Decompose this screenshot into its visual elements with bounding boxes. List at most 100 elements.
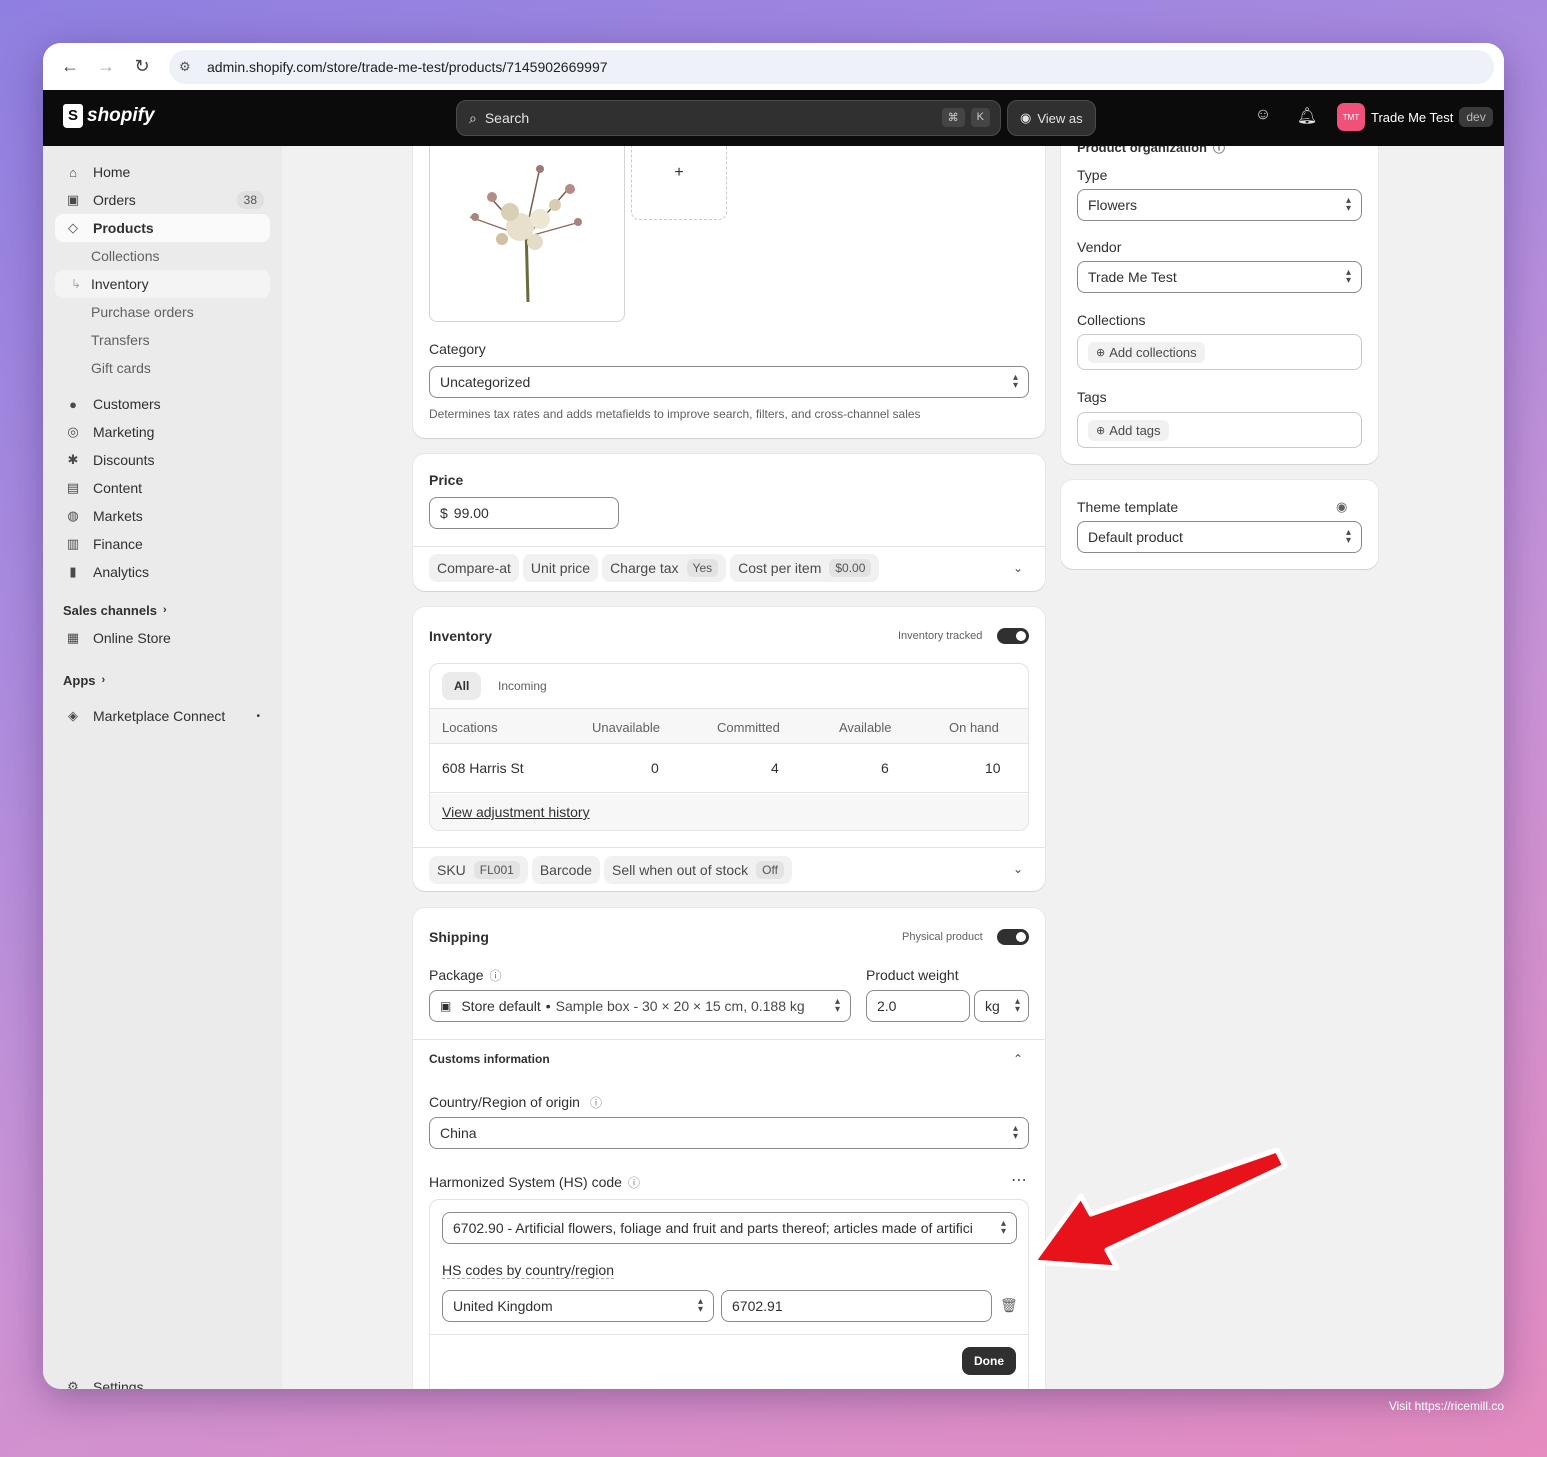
view-as-button[interactable]: ◉ View as: [1007, 100, 1096, 136]
site-settings-icon[interactable]: ⚙: [179, 59, 199, 75]
sidekick-icon[interactable]: ☺: [1251, 106, 1275, 130]
cost-per-item-pill[interactable]: Cost per item $0.00: [730, 554, 880, 582]
origin-label-row: Country/Region of origin ⓘ: [429, 1094, 602, 1111]
sidebar-item-purchase-orders[interactable]: Purchase orders: [55, 298, 270, 326]
done-button[interactable]: Done: [962, 1347, 1016, 1375]
on-hand-cell[interactable]: 10: [985, 760, 1001, 776]
sidebar-item-analytics[interactable]: ▮ Analytics: [55, 558, 270, 586]
physical-product-label: Physical product: [902, 931, 983, 943]
forward-icon[interactable]: →: [91, 52, 121, 82]
address-bar[interactable]: ⚙ admin.shopify.com/store/trade-me-test/…: [169, 49, 1494, 84]
pill-value: Off: [756, 861, 784, 879]
sidebar-item-inventory[interactable]: ↳ Inventory: [55, 270, 270, 298]
sidebar-label: Marketplace Connect: [93, 708, 226, 724]
sidebar-item-products[interactable]: ◇ Products: [55, 214, 270, 242]
price-pills: Compare-at Unit price Charge tax Yes Cost…: [429, 554, 883, 582]
sidebar-item-markets[interactable]: ◍ Markets: [55, 502, 270, 530]
info-icon[interactable]: ⓘ: [628, 1176, 640, 1190]
sales-channels-heading[interactable]: Sales channels ›: [55, 596, 270, 624]
sidebar-item-home[interactable]: ⌂ Home: [55, 158, 270, 186]
inventory-table: All Incoming Locations Unavailable Commi…: [429, 663, 1029, 831]
physical-product-toggle[interactable]: [997, 929, 1029, 945]
unavailable-cell[interactable]: 0: [651, 760, 659, 776]
pill-label: Cost per item: [738, 560, 822, 576]
type-select[interactable]: Flowers ▴ ▾: [1077, 189, 1362, 221]
chevron-down-icon[interactable]: ⌄: [1013, 862, 1023, 876]
divider: [430, 1334, 1028, 1335]
view-adjustment-history-link[interactable]: View adjustment history: [442, 804, 590, 820]
eye-icon[interactable]: ◉: [1336, 499, 1347, 515]
sidebar-item-customers[interactable]: ● Customers: [55, 390, 270, 418]
select-arrows-icon: ▴ ▾: [1345, 267, 1351, 286]
sidebar-item-discounts[interactable]: ✱ Discounts: [55, 446, 270, 474]
region-select[interactable]: United Kingdom ▴ ▾: [442, 1290, 714, 1322]
vendor-value: Trade Me Test: [1088, 269, 1177, 285]
region-code-input[interactable]: 6702.91: [721, 1290, 992, 1322]
add-tags-button[interactable]: ⊕ Add tags: [1088, 419, 1169, 441]
back-icon[interactable]: ←: [55, 52, 85, 82]
sidebar-item-content[interactable]: ▤ Content: [55, 474, 270, 502]
sidebar-item-settings[interactable]: ⚙ Settings: [55, 1373, 270, 1389]
sidebar-label: Orders: [93, 192, 136, 208]
apps-heading[interactable]: Apps ›: [55, 666, 270, 694]
sidebar-item-gift-cards[interactable]: Gift cards: [55, 354, 270, 382]
info-icon[interactable]: ⓘ: [489, 969, 501, 983]
organization-title-row: Product organization ⓘ: [1077, 146, 1225, 156]
available-cell[interactable]: 6: [881, 760, 889, 776]
category-select[interactable]: Uncategorized ▴ ▾: [429, 366, 1029, 398]
reload-icon[interactable]: ↻: [127, 52, 157, 82]
search-placeholder: Search: [484, 110, 530, 126]
sidebar-item-finance[interactable]: ▥ Finance: [55, 530, 270, 558]
hs-code-select[interactable]: 6702.90 - Artificial flowers, foliage an…: [442, 1212, 1017, 1244]
info-icon[interactable]: ⓘ: [590, 1096, 602, 1110]
product-image[interactable]: [429, 146, 625, 322]
sidebar-label: Home: [93, 164, 131, 180]
trash-icon[interactable]: 🗑︎: [1000, 1297, 1018, 1314]
weight-unit-select[interactable]: kg ▴ ▾: [974, 990, 1029, 1022]
charge-tax-pill[interactable]: Charge tax Yes: [602, 554, 727, 582]
tab-all[interactable]: All: [442, 672, 482, 700]
info-icon[interactable]: ⓘ: [1213, 146, 1225, 155]
chevron-up-icon[interactable]: ⌃: [1013, 1052, 1023, 1066]
sku-pill[interactable]: SKU FL001: [429, 856, 528, 884]
sidebar-item-transfers[interactable]: Transfers: [55, 326, 270, 354]
sidebar-item-orders[interactable]: ▣ Orders 38: [55, 186, 270, 214]
unit-price-pill[interactable]: Unit price: [522, 554, 599, 582]
inventory-tracked-toggle[interactable]: [997, 628, 1029, 644]
box-icon: ▣: [440, 999, 452, 1013]
gear-icon: ⚙: [67, 1379, 79, 1389]
content-icon: ▤: [66, 480, 80, 495]
sidebar-item-online-store[interactable]: ▦ Online Store: [55, 624, 270, 652]
vendor-select[interactable]: Trade Me Test ▴ ▾: [1077, 261, 1362, 293]
store-menu[interactable]: TMT Trade Me Test dev: [1337, 103, 1493, 131]
add-collections-button[interactable]: ⊕ Add collections: [1088, 341, 1205, 363]
chevron-down-icon[interactable]: ⌄: [1013, 561, 1023, 575]
price-card: Price $ 99.00 Compare-at Unit price Char…: [413, 454, 1045, 591]
compare-at-pill[interactable]: Compare-at: [429, 554, 519, 582]
main-content: + Category Uncategorized ▴ ▾ Determines t…: [282, 146, 1504, 1389]
bell-icon[interactable]: 🔔︎: [1295, 106, 1319, 130]
sidebar-item-marketing[interactable]: ◎ Marketing: [55, 418, 270, 446]
collections-field[interactable]: ⊕ Add collections: [1077, 334, 1362, 370]
package-select[interactable]: ▣ Store default • Sample box - 30 × 20 ×…: [429, 990, 851, 1022]
search-input[interactable]: ⌕ Search ⌘ K: [456, 100, 1001, 136]
tab-incoming[interactable]: Incoming: [490, 672, 555, 700]
barcode-pill[interactable]: Barcode: [531, 856, 600, 884]
theme-template-card: Theme template ◉ Default product ▴ ▾: [1061, 480, 1378, 569]
search-icon: ⌕: [469, 109, 477, 126]
origin-select[interactable]: China ▴ ▾: [429, 1117, 1029, 1149]
pill-value: Yes: [686, 559, 719, 577]
theme-template-select[interactable]: Default product ▴ ▾: [1077, 521, 1362, 553]
tags-field[interactable]: ⊕ Add tags: [1077, 412, 1362, 448]
pill-label: Unit price: [530, 560, 591, 576]
weight-input[interactable]: 2.0: [866, 990, 970, 1022]
select-arrows-icon: ▴ ▾: [697, 1296, 703, 1315]
shopify-logo[interactable]: shopify: [63, 104, 155, 128]
sell-when-out-of-stock-pill[interactable]: Sell when out of stock Off: [603, 856, 792, 884]
add-media-button[interactable]: +: [631, 146, 727, 220]
sidebar-item-marketplace-connect[interactable]: ◈ Marketplace Connect •: [55, 702, 270, 730]
sidebar-item-collections[interactable]: Collections: [55, 242, 270, 270]
bar-chart-icon: ▮: [69, 564, 77, 579]
hs-label: Harmonized System (HS) code: [429, 1174, 622, 1190]
price-input[interactable]: $ 99.00: [429, 497, 619, 529]
